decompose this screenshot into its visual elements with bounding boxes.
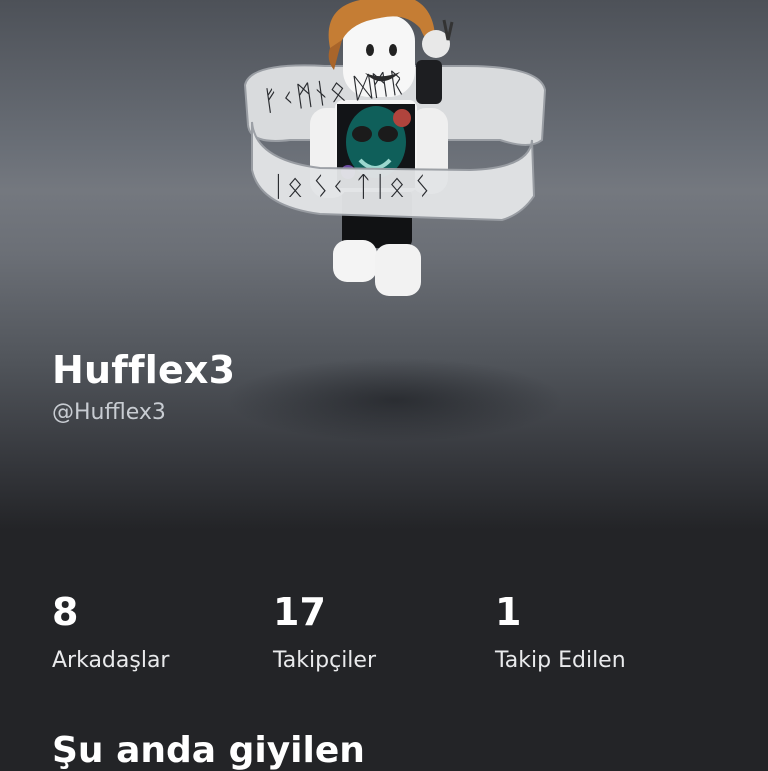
profile-header: ᚠᚲᛗᚾᛟ ᛞᛗᚱ ᛁᛟ ᛊᚲ ᛏᛁᛟ ᛊ Hufflex3 @Hufflex3: [0, 0, 768, 530]
username: @Hufflex3: [52, 400, 166, 425]
currently-wearing-title: Şu anda giyilen: [52, 730, 365, 771]
followers-count: 17: [273, 590, 326, 634]
display-name: Hufflex3: [52, 348, 236, 392]
following-count: 1: [495, 590, 522, 634]
friends-count: 8: [52, 590, 79, 634]
friends-label: Arkadaşlar: [52, 648, 170, 673]
avatar-image[interactable]: ᚠᚲᛗᚾᛟ ᛞᛗᚱ ᛁᛟ ᛊᚲ ᛏᛁᛟ ᛊ: [230, 0, 560, 310]
stat-followers[interactable]: 17 Takipçiler: [273, 590, 376, 673]
following-label: Takip Edilen: [495, 648, 626, 673]
avatar-runes-bottom: ᛁᛟ ᛊᚲ ᛏᛁᛟ ᛊ: [270, 170, 431, 203]
stat-following[interactable]: 1 Takip Edilen: [495, 590, 626, 673]
followers-label: Takipçiler: [273, 648, 376, 673]
stat-friends[interactable]: 8 Arkadaşlar: [52, 590, 169, 673]
